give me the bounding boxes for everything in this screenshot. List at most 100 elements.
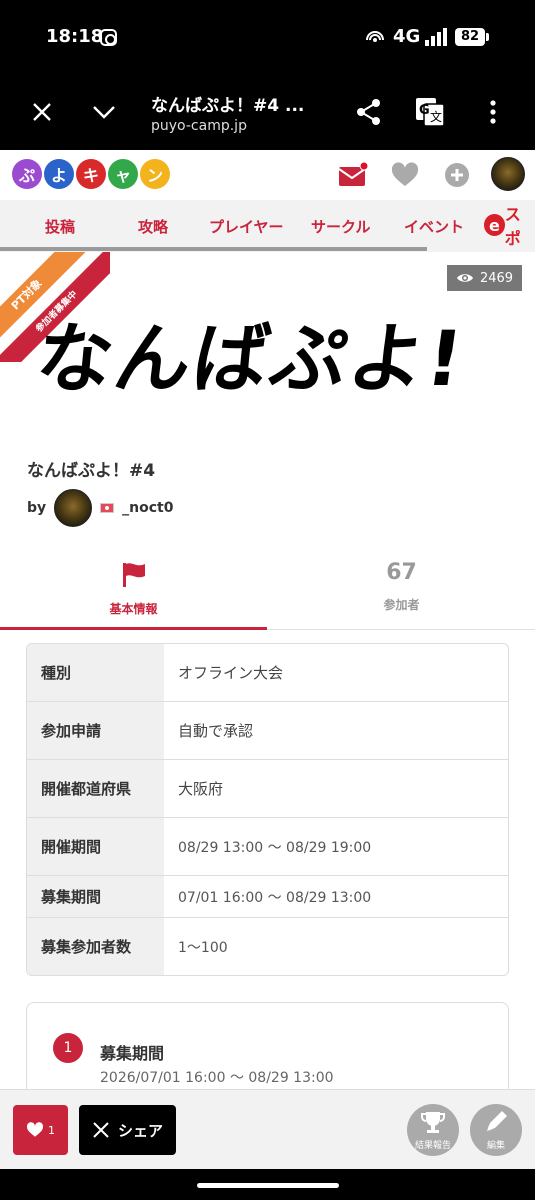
share-page-button[interactable] — [349, 92, 389, 132]
logo-char: キ — [76, 159, 106, 189]
site-header: ぷ よ キ ャ ン — [0, 150, 535, 200]
schedule-date: 2026/07/01 16:00 〜 08/29 13:00 — [100, 1070, 334, 1086]
more-menu-button[interactable] — [473, 92, 513, 132]
heart-icon — [26, 1122, 44, 1137]
favorites-button[interactable] — [390, 160, 420, 190]
event-info-table: 種別 オフライン大会 参加申請 自動で承認 開催都道府県 大阪府 開催期間 08… — [26, 643, 509, 976]
svg-text:G: G — [419, 103, 430, 118]
schedule-step-number: 1 — [53, 1033, 83, 1063]
info-key: 種別 — [27, 644, 164, 701]
organizer-name[interactable]: _noct0 — [122, 500, 173, 516]
nav-item-players[interactable]: プレイヤー — [209, 216, 284, 237]
x-logo-icon — [93, 1122, 109, 1138]
tab-basic-info-label: 基本情報 — [109, 602, 158, 616]
clock: 18:18 — [46, 26, 104, 47]
info-value: 08/29 13:00 〜 08/29 19:00 — [178, 839, 372, 856]
info-key: 参加申請 — [27, 702, 164, 759]
logo-char: ン — [140, 159, 170, 189]
svg-text:文: 文 — [430, 109, 442, 124]
view-count: 2469 — [447, 265, 522, 291]
nav-item-esports[interactable]: e スポ — [484, 205, 535, 248]
rank-flag-icon — [100, 503, 115, 513]
info-row: 募集期間 07/01 16:00 〜 08/29 13:00 — [27, 876, 508, 918]
info-row: 開催都道府県 大阪府 — [27, 760, 508, 818]
share-x-button[interactable]: シェア — [79, 1105, 176, 1155]
plus-circle-icon — [445, 163, 469, 187]
minimize-button[interactable] — [84, 92, 124, 132]
info-key: 開催期間 — [27, 818, 164, 875]
banner-title-logo: なんばぷよ! — [30, 314, 471, 403]
esports-logo-icon: e — [484, 214, 505, 236]
view-count-value: 2469 — [479, 270, 514, 286]
translate-icon: G 文 — [416, 98, 445, 127]
info-key: 開催都道府県 — [27, 760, 164, 817]
info-row: 募集参加者数 1〜100 — [27, 918, 508, 975]
info-key: 募集参加者数 — [27, 918, 164, 975]
tab-participants-label: 参加者 — [383, 598, 420, 612]
info-row: 参加申請 自動で承認 — [27, 702, 508, 760]
info-key: 募集期間 — [27, 876, 164, 917]
home-gesture-bar[interactable] — [197, 1183, 339, 1188]
esports-label: スポ — [504, 205, 521, 248]
user-avatar[interactable] — [491, 157, 525, 191]
edit-label: 編集 — [486, 1141, 505, 1151]
mail-icon — [338, 162, 368, 186]
close-icon — [33, 103, 51, 121]
hotspot-icon — [366, 31, 384, 42]
report-results-button[interactable]: 結果報告 — [407, 1104, 459, 1156]
nav-item-guides[interactable]: 攻略 — [138, 216, 168, 237]
close-button[interactable] — [22, 92, 62, 132]
participant-count: 67 — [386, 560, 417, 585]
status-bar: 18:18 4G 82 — [0, 0, 535, 78]
create-button[interactable] — [442, 160, 472, 190]
network-type: 4G — [393, 26, 421, 47]
translate-button[interactable]: G 文 — [410, 92, 450, 132]
battery-icon: 82 — [455, 28, 489, 46]
info-value: 07/01 16:00 〜 08/29 13:00 — [178, 889, 372, 906]
eye-icon — [456, 274, 473, 282]
info-value: オフライン大会 — [178, 664, 284, 682]
logo-char: ャ — [108, 159, 138, 189]
report-results-label: 結果報告 — [414, 1141, 451, 1151]
organizer-byline: by _noct0 — [27, 489, 173, 527]
instagram-icon — [100, 29, 117, 46]
info-value: 大阪府 — [178, 780, 224, 798]
schedule-title: 募集期間 — [100, 1044, 165, 1063]
logo-char: ぷ — [12, 159, 42, 189]
main-nav: 投稿 攻略 プレイヤー サークル イベント e スポ — [0, 200, 535, 252]
messages-button[interactable] — [338, 160, 368, 190]
chevron-down-icon — [93, 106, 115, 119]
tab-participants[interactable]: 67 参加者 — [268, 548, 535, 630]
more-vert-icon — [490, 100, 496, 124]
like-count: 1 — [48, 1123, 55, 1137]
nav-scrollbar[interactable] — [0, 247, 427, 251]
site-logo[interactable]: ぷ よ キ ャ ン — [12, 159, 170, 189]
info-row: 開催期間 08/29 13:00 〜 08/29 19:00 — [27, 818, 508, 876]
event-tabs: 基本情報 67 参加者 — [0, 548, 535, 630]
pencil-icon — [487, 1111, 507, 1131]
browser-toolbar: なんばぷよ！#4 ... puyo-camp.jp G 文 — [0, 78, 535, 150]
by-label: by — [27, 500, 47, 516]
page-title: なんばぷよ！#4 ... — [151, 96, 305, 116]
heart-icon — [391, 162, 419, 186]
nav-item-circles[interactable]: サークル — [311, 216, 371, 237]
flag-icon — [123, 563, 145, 587]
tab-basic-info[interactable]: 基本情報 — [0, 548, 267, 630]
info-value: 1〜100 — [178, 939, 228, 956]
logo-char: よ — [44, 159, 74, 189]
event-title: なんばぷよ！#4 — [27, 461, 156, 481]
system-nav-bar — [0, 1169, 535, 1200]
trophy-icon — [421, 1112, 445, 1133]
like-button[interactable]: 1 — [13, 1105, 68, 1155]
edit-button[interactable]: 編集 — [470, 1104, 522, 1156]
organizer-avatar[interactable] — [54, 489, 93, 527]
info-value: 自動で承認 — [178, 722, 254, 740]
page-url: puyo-camp.jp — [151, 118, 247, 134]
nav-item-events[interactable]: イベント — [404, 216, 464, 237]
share-label: シェア — [117, 1121, 163, 1140]
nav-item-posts[interactable]: 投稿 — [45, 216, 75, 237]
info-row: 種別 オフライン大会 — [27, 644, 508, 702]
share-icon — [357, 99, 380, 125]
signal-icon — [425, 28, 447, 46]
bottom-action-bar: 1 シェア 結果報告 編集 — [0, 1089, 535, 1169]
